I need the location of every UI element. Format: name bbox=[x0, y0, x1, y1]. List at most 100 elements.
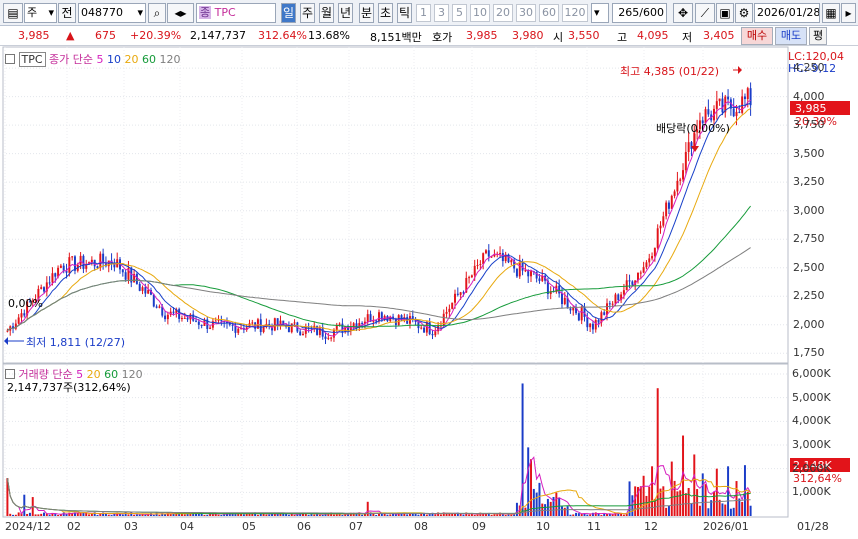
volume-bar bbox=[628, 481, 631, 516]
candle-body bbox=[476, 265, 479, 267]
volume-bar bbox=[704, 484, 707, 516]
candle-body bbox=[530, 271, 533, 277]
candle-body bbox=[515, 268, 518, 277]
legend-ma-5: 5 bbox=[96, 53, 104, 66]
candle-body bbox=[648, 258, 651, 263]
volume-bar bbox=[406, 514, 409, 516]
volume-tick-label: 4,000K bbox=[792, 414, 831, 428]
x-tick-label: 07 bbox=[349, 520, 363, 533]
volume-bar bbox=[600, 515, 603, 516]
volume-bar bbox=[169, 514, 172, 516]
grid-icon[interactable] bbox=[5, 369, 15, 379]
candle-body bbox=[217, 319, 220, 321]
candle-body bbox=[622, 290, 625, 295]
volume-bar bbox=[473, 515, 476, 516]
candle-body bbox=[197, 321, 200, 325]
volume-bar bbox=[203, 514, 206, 516]
legend-stock-name: TPC bbox=[18, 52, 46, 67]
volume-bar bbox=[394, 514, 397, 516]
volume-bar bbox=[563, 507, 566, 516]
candle-body bbox=[715, 101, 718, 109]
candle-body bbox=[43, 287, 45, 292]
candle-body bbox=[473, 265, 476, 276]
candle-body bbox=[124, 272, 127, 280]
volume-bar bbox=[138, 514, 141, 516]
volume-bar bbox=[287, 514, 290, 516]
volume-bar bbox=[611, 514, 614, 516]
price-tick-label: 2,250 bbox=[793, 289, 825, 303]
volume-bar bbox=[321, 514, 324, 516]
ma-line-20 bbox=[7, 108, 751, 332]
volume-bar bbox=[439, 514, 442, 516]
volume-bar bbox=[535, 492, 538, 516]
volume-bar bbox=[676, 491, 679, 516]
volume-bar bbox=[575, 512, 578, 516]
candle-body bbox=[707, 109, 710, 115]
candle-body bbox=[608, 303, 611, 305]
candle-body bbox=[420, 327, 423, 329]
candle-body bbox=[653, 247, 656, 257]
candle-body bbox=[468, 277, 471, 279]
candle-body bbox=[569, 308, 572, 311]
volume-bar bbox=[620, 513, 623, 516]
volume-bar bbox=[242, 514, 245, 516]
volume-bar bbox=[645, 495, 648, 516]
candle-body bbox=[299, 331, 302, 336]
candle-body bbox=[96, 266, 99, 268]
candle-body bbox=[687, 142, 690, 152]
volume-bar bbox=[23, 494, 26, 516]
volume-bar bbox=[152, 514, 155, 516]
candle-body bbox=[679, 179, 682, 181]
chart-canvas[interactable] bbox=[0, 0, 858, 539]
volume-bar bbox=[530, 459, 533, 516]
volume-bar bbox=[341, 515, 344, 516]
candle-body bbox=[375, 320, 378, 322]
candle-body bbox=[614, 294, 617, 304]
candle-body bbox=[743, 96, 746, 100]
volume-bar bbox=[648, 486, 651, 516]
volume-bar bbox=[133, 514, 136, 516]
candle-body bbox=[628, 280, 631, 282]
candle-body bbox=[603, 312, 606, 315]
candle-body bbox=[482, 253, 485, 264]
volume-bar bbox=[110, 515, 113, 516]
volume-bar bbox=[48, 514, 51, 516]
x-tick-label: 2026/01 bbox=[703, 520, 749, 533]
candle-body bbox=[214, 320, 217, 322]
candle-body bbox=[155, 306, 158, 308]
grid-icon[interactable] bbox=[5, 54, 15, 64]
candle-body bbox=[656, 228, 659, 248]
volume-bar bbox=[37, 514, 40, 516]
price-tick-label: 4,250 bbox=[793, 61, 825, 75]
x-tick-label: 04 bbox=[180, 520, 194, 533]
volume-bar bbox=[468, 514, 471, 516]
candle-body bbox=[651, 256, 654, 259]
volume-bar bbox=[88, 514, 91, 516]
candle-body bbox=[538, 278, 541, 281]
price-tick-label: 3,500 bbox=[793, 146, 825, 160]
volume-tick-label: 6,000K bbox=[792, 367, 831, 380]
candle-body bbox=[6, 330, 9, 332]
volume-bar bbox=[285, 514, 288, 516]
volume-bar bbox=[687, 487, 690, 516]
candle-body bbox=[727, 96, 730, 100]
volume-bar bbox=[496, 514, 499, 516]
volume-bar bbox=[639, 486, 642, 516]
candle-body bbox=[676, 180, 679, 192]
volume-bar bbox=[9, 513, 12, 516]
legend-type: 종가 단순 bbox=[49, 53, 94, 66]
candle-body bbox=[645, 262, 648, 268]
candle-body bbox=[378, 312, 380, 322]
volume-bar bbox=[327, 514, 330, 516]
volume-bar bbox=[206, 514, 209, 516]
volume-bar bbox=[665, 507, 668, 516]
left-percent-annotation: 0,00% bbox=[8, 297, 43, 310]
candle-body bbox=[518, 261, 521, 277]
volume-bar bbox=[425, 514, 428, 516]
volume-bar bbox=[12, 514, 15, 516]
volume-bar bbox=[256, 514, 259, 516]
candle-body bbox=[164, 315, 167, 320]
volume-bar bbox=[504, 514, 507, 516]
legend-ma-120: 120 bbox=[159, 53, 181, 66]
candle-body bbox=[147, 290, 150, 294]
